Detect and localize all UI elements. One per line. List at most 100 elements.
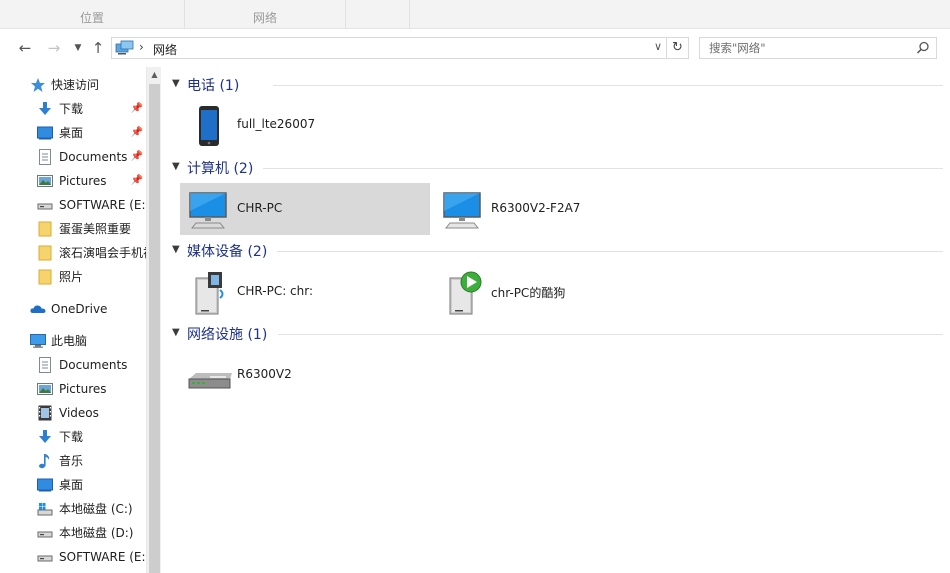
sidebar-item-label: 本地磁盘 (D:) bbox=[59, 526, 134, 540]
device-tile-media-server[interactable]: CHR-PC: chr: bbox=[180, 266, 430, 318]
sidebar-item-label: Documents bbox=[59, 150, 128, 164]
folder-icon bbox=[37, 245, 53, 261]
device-label: R6300V2-F2A7 bbox=[491, 201, 581, 215]
group-title: 计算机 (2) bbox=[187, 161, 254, 177]
ribbon-group-location: 位置 bbox=[0, 0, 185, 29]
sidebar-item-label: 下载 bbox=[59, 430, 84, 444]
collapse-chevron-icon[interactable]: ▼ bbox=[172, 327, 180, 338]
sidebar-item-label: Pictures bbox=[59, 174, 107, 188]
device-tile-computer-r6300v2-f2a7[interactable]: R6300V2-F2A7 bbox=[434, 183, 684, 235]
address-dropdown-icon[interactable]: ∨ bbox=[654, 40, 662, 53]
sidebar-item-software-drive[interactable]: SOFTWARE (E:) bbox=[0, 193, 146, 217]
ribbon-group-network: 网络 bbox=[185, 0, 346, 29]
pin-icon[interactable]: 📌 bbox=[131, 145, 143, 169]
sidebar-item-drive-c[interactable]: 本地磁盘 (C:) bbox=[0, 497, 146, 521]
breadcrumb-separator-icon[interactable]: › bbox=[139, 40, 144, 54]
sidebar-item-label: Documents bbox=[59, 358, 128, 372]
group-title: 电话 (1) bbox=[187, 78, 240, 94]
group-header-network-infrastructure[interactable]: ▼ 网络设施 (1) bbox=[161, 323, 950, 345]
sidebar-item-label: 桌面 bbox=[59, 126, 84, 140]
device-label: CHR-PC: chr: bbox=[237, 284, 314, 298]
sidebar-item-label: Pictures bbox=[59, 382, 107, 396]
forward-arrow-icon[interactable]: → bbox=[44, 38, 64, 58]
search-box[interactable] bbox=[699, 37, 937, 59]
pin-icon[interactable]: 📌 bbox=[131, 121, 143, 145]
music-note-icon bbox=[37, 453, 53, 469]
group-divider bbox=[263, 168, 943, 169]
recent-locations-chevron-icon[interactable]: ▼ bbox=[68, 38, 88, 58]
windows-drive-icon bbox=[37, 501, 53, 517]
sidebar-item-onedrive[interactable]: OneDrive bbox=[0, 297, 146, 321]
sidebar-scrollbar[interactable]: ▲ bbox=[146, 67, 161, 573]
drive-icon bbox=[37, 197, 53, 213]
computer-icon bbox=[30, 333, 46, 349]
group-header-media-devices[interactable]: ▼ 媒体设备 (2) bbox=[161, 240, 950, 262]
pictures-icon bbox=[37, 173, 53, 189]
download-arrow-icon bbox=[37, 101, 53, 117]
sidebar-item-pc-documents[interactable]: Documents bbox=[0, 353, 146, 377]
device-tile-phone[interactable]: full_lte26007 bbox=[180, 99, 430, 151]
sidebar-item-label: 下载 bbox=[59, 102, 84, 116]
media-server-icon bbox=[186, 270, 232, 316]
folder-icon bbox=[37, 221, 53, 237]
collapse-chevron-icon[interactable]: ▼ bbox=[172, 161, 180, 172]
sidebar-item-documents[interactable]: Documents 📌 bbox=[0, 145, 146, 169]
phone-icon bbox=[186, 103, 232, 149]
sidebar-item-drive-e[interactable]: SOFTWARE (E:) bbox=[0, 545, 146, 569]
collapse-chevron-icon[interactable]: ▼ bbox=[172, 78, 180, 89]
sidebar-item-folder-concert-videos[interactable]: 滚石演唱会手机视频 bbox=[0, 241, 146, 265]
pin-icon[interactable]: 📌 bbox=[131, 97, 143, 121]
sidebar-item-label: 蛋蛋美照重要 bbox=[59, 222, 132, 236]
ribbon-group-spacer bbox=[346, 0, 410, 29]
device-tile-router[interactable]: R6300V2 bbox=[180, 349, 430, 401]
group-title: 媒体设备 (2) bbox=[187, 244, 268, 260]
document-icon bbox=[37, 149, 53, 165]
sidebar-item-folder-photos-important[interactable]: 蛋蛋美照重要 bbox=[0, 217, 146, 241]
sidebar-item-downloads[interactable]: 下载 📌 bbox=[0, 97, 146, 121]
sidebar-item-pictures[interactable]: Pictures 📌 bbox=[0, 169, 146, 193]
sidebar-item-drive-d[interactable]: 本地磁盘 (D:) bbox=[0, 521, 146, 545]
sidebar-item-label: 照片 bbox=[59, 270, 84, 284]
collapse-chevron-icon[interactable]: ▼ bbox=[172, 244, 180, 255]
up-arrow-icon[interactable]: ↑ bbox=[88, 38, 108, 58]
breadcrumb-network[interactable]: 网络 bbox=[153, 41, 177, 58]
sidebar-item-pc-downloads[interactable]: 下载 bbox=[0, 425, 146, 449]
scrollbar-thumb[interactable] bbox=[149, 84, 160, 573]
address-bar[interactable]: › 网络 ∨ ↻ bbox=[111, 37, 689, 59]
sidebar-item-label: 桌面 bbox=[59, 478, 84, 492]
navigation-bar: ← → ▼ ↑ › 网络 ∨ ↻ bbox=[0, 29, 950, 67]
computer-icon bbox=[186, 187, 232, 233]
sidebar-item-label: 本地磁盘 (C:) bbox=[59, 502, 133, 516]
sidebar-item-pc-pictures[interactable]: Pictures bbox=[0, 377, 146, 401]
sidebar-item-label: 快速访问 bbox=[51, 78, 100, 92]
sidebar-item-folder-photos[interactable]: 照片 bbox=[0, 265, 146, 289]
search-icon[interactable] bbox=[916, 41, 930, 58]
pin-icon[interactable]: 📌 bbox=[131, 169, 143, 193]
sidebar-item-label: 此电脑 bbox=[51, 334, 88, 348]
sidebar-item-pc-videos[interactable]: Videos bbox=[0, 401, 146, 425]
sidebar-item-pc-desktop[interactable]: 桌面 bbox=[0, 473, 146, 497]
group-divider bbox=[278, 334, 943, 335]
back-arrow-icon[interactable]: ← bbox=[15, 38, 35, 58]
sidebar-item-label: Videos bbox=[59, 406, 99, 420]
group-header-computers[interactable]: ▼ 计算机 (2) bbox=[161, 157, 950, 179]
device-label: full_lte26007 bbox=[237, 117, 316, 131]
network-icon bbox=[115, 40, 135, 59]
cloud-icon bbox=[30, 301, 46, 317]
desktop-icon bbox=[37, 477, 53, 493]
sidebar-item-pc-music[interactable]: 音乐 bbox=[0, 449, 146, 473]
desktop-icon bbox=[37, 125, 53, 141]
sidebar-item-quick-access[interactable]: 快速访问 bbox=[0, 73, 146, 97]
device-tile-computer-chr-pc[interactable]: CHR-PC bbox=[180, 183, 430, 235]
sidebar-item-label: OneDrive bbox=[51, 302, 108, 316]
device-label: CHR-PC bbox=[237, 201, 283, 215]
sidebar-item-this-pc[interactable]: 此电脑 bbox=[0, 329, 146, 353]
sidebar-item-label: SOFTWARE (E:) bbox=[59, 550, 146, 564]
search-input[interactable] bbox=[709, 40, 909, 56]
group-header-phone[interactable]: ▼ 电话 (1) bbox=[161, 74, 950, 96]
scroll-up-arrow-icon[interactable]: ▲ bbox=[147, 67, 162, 82]
refresh-icon[interactable]: ↻ bbox=[666, 38, 688, 58]
sidebar-item-desktop[interactable]: 桌面 📌 bbox=[0, 121, 146, 145]
content-pane: ▼ 电话 (1) full_lte26007 ▼ 计算机 (2) CHR-PC … bbox=[161, 67, 950, 573]
device-tile-media-player[interactable]: chr-PC的酷狗 bbox=[434, 266, 684, 318]
